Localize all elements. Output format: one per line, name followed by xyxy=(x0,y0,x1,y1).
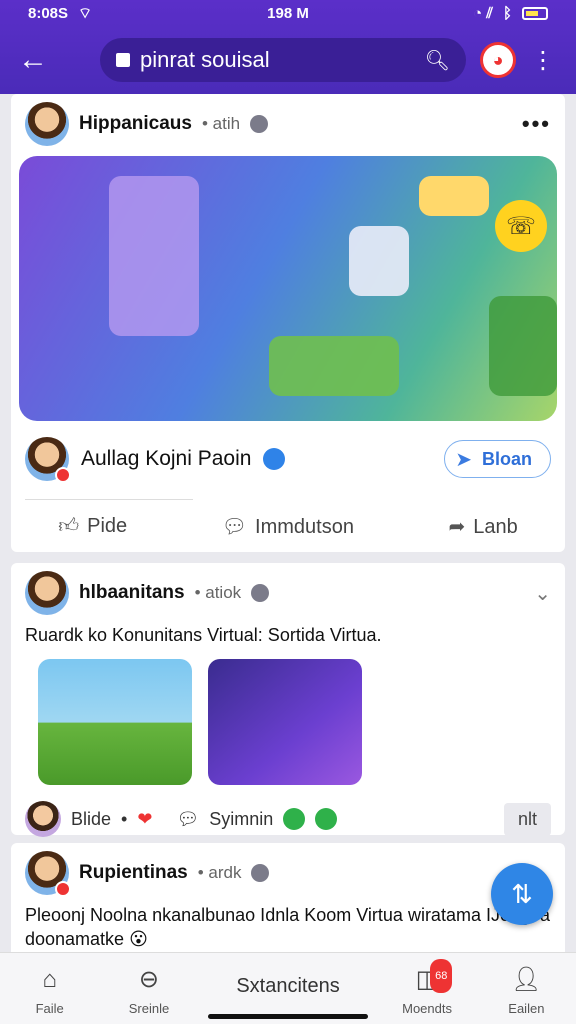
nav-item-home[interactable]: ⌂ Faile xyxy=(0,953,99,1016)
avatar[interactable] xyxy=(25,801,61,837)
reaction-icon[interactable] xyxy=(315,808,338,830)
profile-icon[interactable]: ◕ xyxy=(480,42,516,78)
search-text: pinrat souisal xyxy=(140,47,270,72)
thumbs-up-icon: 👍︎ xyxy=(58,515,80,537)
notification-badge: 68 xyxy=(430,959,453,993)
signal-icon: ◔ ⫽ xyxy=(473,4,493,22)
lock-icon xyxy=(116,53,130,67)
like-button[interactable]: 👍︎ Pide xyxy=(58,514,127,538)
user-icon: 👤︎ xyxy=(511,966,542,993)
reaction-label: Blide xyxy=(71,808,112,829)
separator-dot: • xyxy=(121,808,128,829)
post-username[interactable]: hlbaanitans xyxy=(79,582,185,604)
nav-label: Sreinle xyxy=(128,1001,170,1016)
post-meta: • atih xyxy=(201,114,241,133)
gear-icon xyxy=(251,584,270,602)
share-icon: ➦ xyxy=(448,515,466,538)
status-time: 8:08S xyxy=(28,4,69,22)
author-row: Aullag Kojni Paoin ➤ Bloan xyxy=(25,437,551,483)
nav-label: Moendts xyxy=(402,1001,452,1016)
post-meta: • atiok xyxy=(194,583,242,602)
status-clock: 198 M xyxy=(267,4,309,22)
post-card-2: hlbaanitans • atiok ⌄ Ruardk ko Konunita… xyxy=(11,563,565,837)
status-bar: 8:08S ⌔ 198 M ◔ ⫽ ᛒ xyxy=(0,0,576,26)
avatar[interactable] xyxy=(25,571,69,615)
nlt-button[interactable]: nlt xyxy=(503,802,551,836)
home-indicator xyxy=(208,1014,368,1019)
post-card-3: Rupientinas • ardk Pleoonj Noolna nkanal… xyxy=(11,843,565,963)
nav-item-explore[interactable]: ⊖ Sreinle xyxy=(99,953,198,1016)
comment-icon[interactable]: 💬︎ xyxy=(176,809,199,830)
nav-item-center[interactable]: Sxtancitens xyxy=(199,953,378,998)
avatar[interactable] xyxy=(25,102,69,146)
share-label: Lanb xyxy=(473,515,518,538)
verified-icon xyxy=(263,448,286,470)
nav-item-moments[interactable]: ◫ 68 Moendts xyxy=(377,953,476,1016)
like-label: Pide xyxy=(87,515,128,537)
post-card-1: Hippanicaus • atih ••• ☏ Aullag Kojni Pa… xyxy=(11,94,565,552)
post-header: Hippanicaus • atih ••• xyxy=(11,94,565,154)
follow-button[interactable]: ➤ Bloan xyxy=(444,440,551,478)
avatar[interactable] xyxy=(25,437,71,483)
post-text: Pleoonj Noolna nkanalbunao Idnla Koom Vi… xyxy=(25,905,551,949)
comment-button[interactable]: 💬︎ Immdutson xyxy=(222,514,354,539)
bluetooth-icon: ᛒ xyxy=(502,4,512,22)
post-header: hlbaanitans • atiok ⌄ xyxy=(11,563,565,623)
post-footer: Blide • ❤ 💬︎ Syimnin nlt xyxy=(11,797,565,841)
post-thumbnail[interactable] xyxy=(38,659,192,785)
back-arrow-icon[interactable]: ← xyxy=(18,45,58,75)
battery-icon xyxy=(522,6,548,20)
post-meta: • ardk xyxy=(197,863,242,882)
pin-icon[interactable]: ☏ xyxy=(495,200,547,252)
gear-icon xyxy=(250,115,269,133)
heart-icon[interactable]: ❤ xyxy=(137,809,152,830)
search-icon[interactable]: 🔍︎ xyxy=(425,48,450,73)
post-username[interactable]: Rupientinas xyxy=(79,862,188,884)
divider xyxy=(25,499,193,500)
wifi-icon: ⌔ xyxy=(78,4,93,22)
avatar[interactable] xyxy=(25,851,71,897)
compass-icon: ⊖ xyxy=(138,966,160,993)
app-bar: ← pinrat souisal 🔍︎ ◕ ⋮ xyxy=(0,26,576,94)
post-header: Rupientinas • ardk xyxy=(11,843,565,903)
post-image[interactable]: ☏ xyxy=(19,156,557,421)
home-icon: ⌂ xyxy=(42,966,57,993)
top-bar: 8:08S ⌔ 198 M ◔ ⫽ ᛒ ← pinrat souisal 🔍︎ … xyxy=(0,0,576,94)
post-actions: 👍︎ Pide 💬︎ Immdutson ➦ Lanb xyxy=(11,504,565,548)
gear-icon xyxy=(251,864,270,882)
post-thumbnail[interactable] xyxy=(208,659,362,785)
send-icon: ➤ xyxy=(455,448,472,471)
author-name[interactable]: Aullag Kojni Paoin xyxy=(81,447,251,471)
kebab-icon[interactable]: ⋮ xyxy=(528,46,558,75)
camera-icon: ◫ 68 xyxy=(416,959,453,995)
post-images xyxy=(11,647,565,797)
compose-button[interactable]: ⇅ xyxy=(491,863,553,925)
nav-label: Sxtancitens xyxy=(236,975,340,997)
comment-label: Syimnin xyxy=(209,808,274,829)
more-options-icon[interactable]: ••• xyxy=(522,111,551,137)
nav-label: Eailen xyxy=(508,1001,545,1016)
comment-icon: 💬︎ xyxy=(221,515,248,538)
post-username[interactable]: Hippanicaus xyxy=(79,113,192,135)
share-button[interactable]: ➦ Lanb xyxy=(448,514,517,539)
nav-label: Faile xyxy=(35,1001,64,1016)
reaction-icon[interactable] xyxy=(283,808,306,830)
search-bar[interactable]: pinrat souisal 🔍︎ xyxy=(100,38,466,82)
post-text: Ruardk ko Konunitans Virtual: Sortida Vi… xyxy=(25,625,382,645)
nav-item-profile[interactable]: 👤︎ Eailen xyxy=(477,953,576,1016)
chevron-down-icon[interactable]: ⌄ xyxy=(534,581,551,606)
comment-label: Immdutson xyxy=(255,515,354,538)
follow-button-label: Bloan xyxy=(481,448,532,469)
